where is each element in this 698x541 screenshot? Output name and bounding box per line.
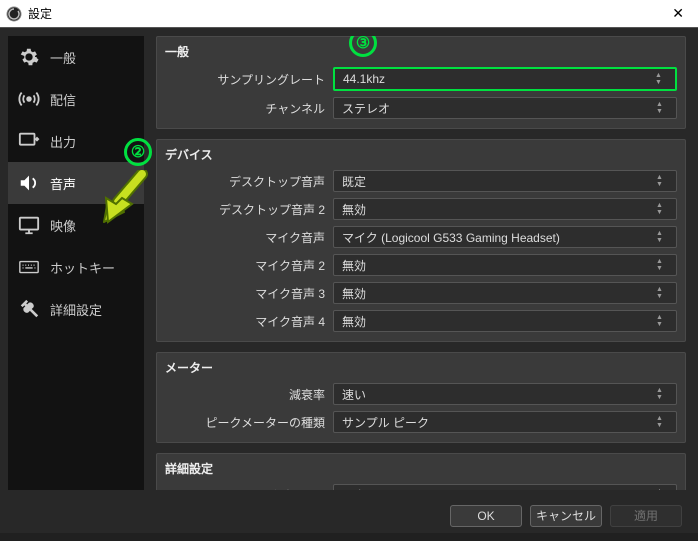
sample-rate-label: サンプリングレート [165,71,325,88]
sidebar-item-label: 配信 [50,90,76,109]
stepper-icon: ▲▼ [656,174,668,188]
group-meter: メーター 減衰率 速い ▲▼ ピークメーターの種類 サンプル ピーク ▲▼ [156,352,686,443]
group-title: メーター [157,353,685,380]
mic-audio3-label: マイク音声 3 [165,285,325,302]
mic-audio-select[interactable]: マイク (Logicool G533 Gaming Headset) ▲▼ [333,226,677,248]
window-title: 設定 [28,5,52,22]
decay-rate-select[interactable]: 速い ▲▼ [333,383,677,405]
group-title: 一般 [157,37,685,64]
select-value: サンプル ピーク [342,414,429,431]
sidebar-item-audio[interactable]: 音声 [8,162,144,204]
select-value: 既定 [342,173,366,190]
sidebar-item-stream[interactable]: 配信 [8,78,144,120]
group-advanced: 詳細設定 モニタリングデバイス 既定 ▲▼ [156,453,686,490]
select-value: 44.1khz [343,72,385,86]
sidebar-item-video[interactable]: 映像 [8,204,144,246]
sidebar-item-output[interactable]: 出力 [8,120,144,162]
select-value: ステレオ [342,100,390,117]
obs-logo-icon [6,6,22,22]
stepper-icon: ▲▼ [656,258,668,272]
group-devices: デバイス デスクトップ音声 既定 ▲▼ デスクトップ音声 2 無効 ▲▼ マイク音声… [156,139,686,342]
channels-select[interactable]: ステレオ ▲▼ [333,97,677,119]
cancel-button[interactable]: キャンセル [530,505,602,527]
decay-rate-label: 減衰率 [165,386,325,403]
peak-type-label: ピークメーターの種類 [165,414,325,431]
stepper-icon: ▲▼ [656,415,668,429]
settings-content: ③ 一般 サンプリングレート 44.1khz ▲▼ チャンネル ステレオ ▲▼ … [152,36,690,490]
select-value: 無効 [342,257,366,274]
monitoring-label: モニタリングデバイス [165,487,325,491]
output-icon [18,130,40,152]
stepper-icon: ▲▼ [656,101,668,115]
stepper-icon: ▲▼ [656,488,668,490]
select-value: 無効 [342,201,366,218]
sidebar-item-general[interactable]: 一般 [8,36,144,78]
speaker-icon [18,172,40,194]
peak-type-select[interactable]: サンプル ピーク ▲▼ [333,411,677,433]
keyboard-icon [18,256,40,278]
sidebar-item-label: 音声 [50,174,76,193]
sidebar-item-label: 出力 [50,132,76,151]
group-title: 詳細設定 [157,454,685,481]
tools-icon [18,298,40,320]
apply-button[interactable]: 適用 [610,505,682,527]
broadcast-icon [18,88,40,110]
select-value: 無効 [342,313,366,330]
footer: OK キャンセル 適用 [0,498,698,533]
mic-audio4-label: マイク音声 4 [165,313,325,330]
stepper-icon: ▲▼ [656,314,668,328]
sidebar-item-advanced[interactable]: 詳細設定 [8,288,144,330]
stepper-icon: ▲▼ [656,202,668,216]
mic-audio2-label: マイク音声 2 [165,257,325,274]
mic-audio2-select[interactable]: 無効 ▲▼ [333,254,677,276]
mic-audio3-select[interactable]: 無効 ▲▼ [333,282,677,304]
group-general: ③ 一般 サンプリングレート 44.1khz ▲▼ チャンネル ステレオ ▲▼ [156,36,686,129]
desktop-audio-select[interactable]: 既定 ▲▼ [333,170,677,192]
sidebar-item-label: ホットキー [50,258,115,277]
window-close-button[interactable]: ✕ [664,3,692,24]
stepper-icon: ▲▼ [656,387,668,401]
sidebar-item-hotkeys[interactable]: ホットキー [8,246,144,288]
sidebar-item-label: 一般 [50,48,76,67]
select-value: 速い [342,386,366,403]
sidebar-item-label: 映像 [50,216,76,235]
mic-audio-label: マイク音声 [165,229,325,246]
desktop-audio-label: デスクトップ音声 [165,173,325,190]
monitor-icon [18,214,40,236]
sidebar: 一般 配信 出力 音声 映像 ホットキー 詳細設定 ② [8,36,144,490]
mic-audio4-select[interactable]: 無効 ▲▼ [333,310,677,332]
gear-icon [18,46,40,68]
select-value: マイク (Logicool G533 Gaming Headset) [342,229,560,246]
desktop-audio2-select[interactable]: 無効 ▲▼ [333,198,677,220]
stepper-icon: ▲▼ [656,286,668,300]
desktop-audio2-label: デスクトップ音声 2 [165,201,325,218]
stepper-icon: ▲▼ [656,230,668,244]
ok-button[interactable]: OK [450,505,522,527]
titlebar: 設定 ✕ [0,0,698,28]
sidebar-item-label: 詳細設定 [50,300,102,319]
channels-label: チャンネル [165,100,325,117]
group-title: デバイス [157,140,685,167]
select-value: 既定 [342,487,366,491]
monitoring-select[interactable]: 既定 ▲▼ [333,484,677,490]
stepper-icon: ▲▼ [655,72,667,86]
sample-rate-select[interactable]: 44.1khz ▲▼ [333,67,677,91]
select-value: 無効 [342,285,366,302]
